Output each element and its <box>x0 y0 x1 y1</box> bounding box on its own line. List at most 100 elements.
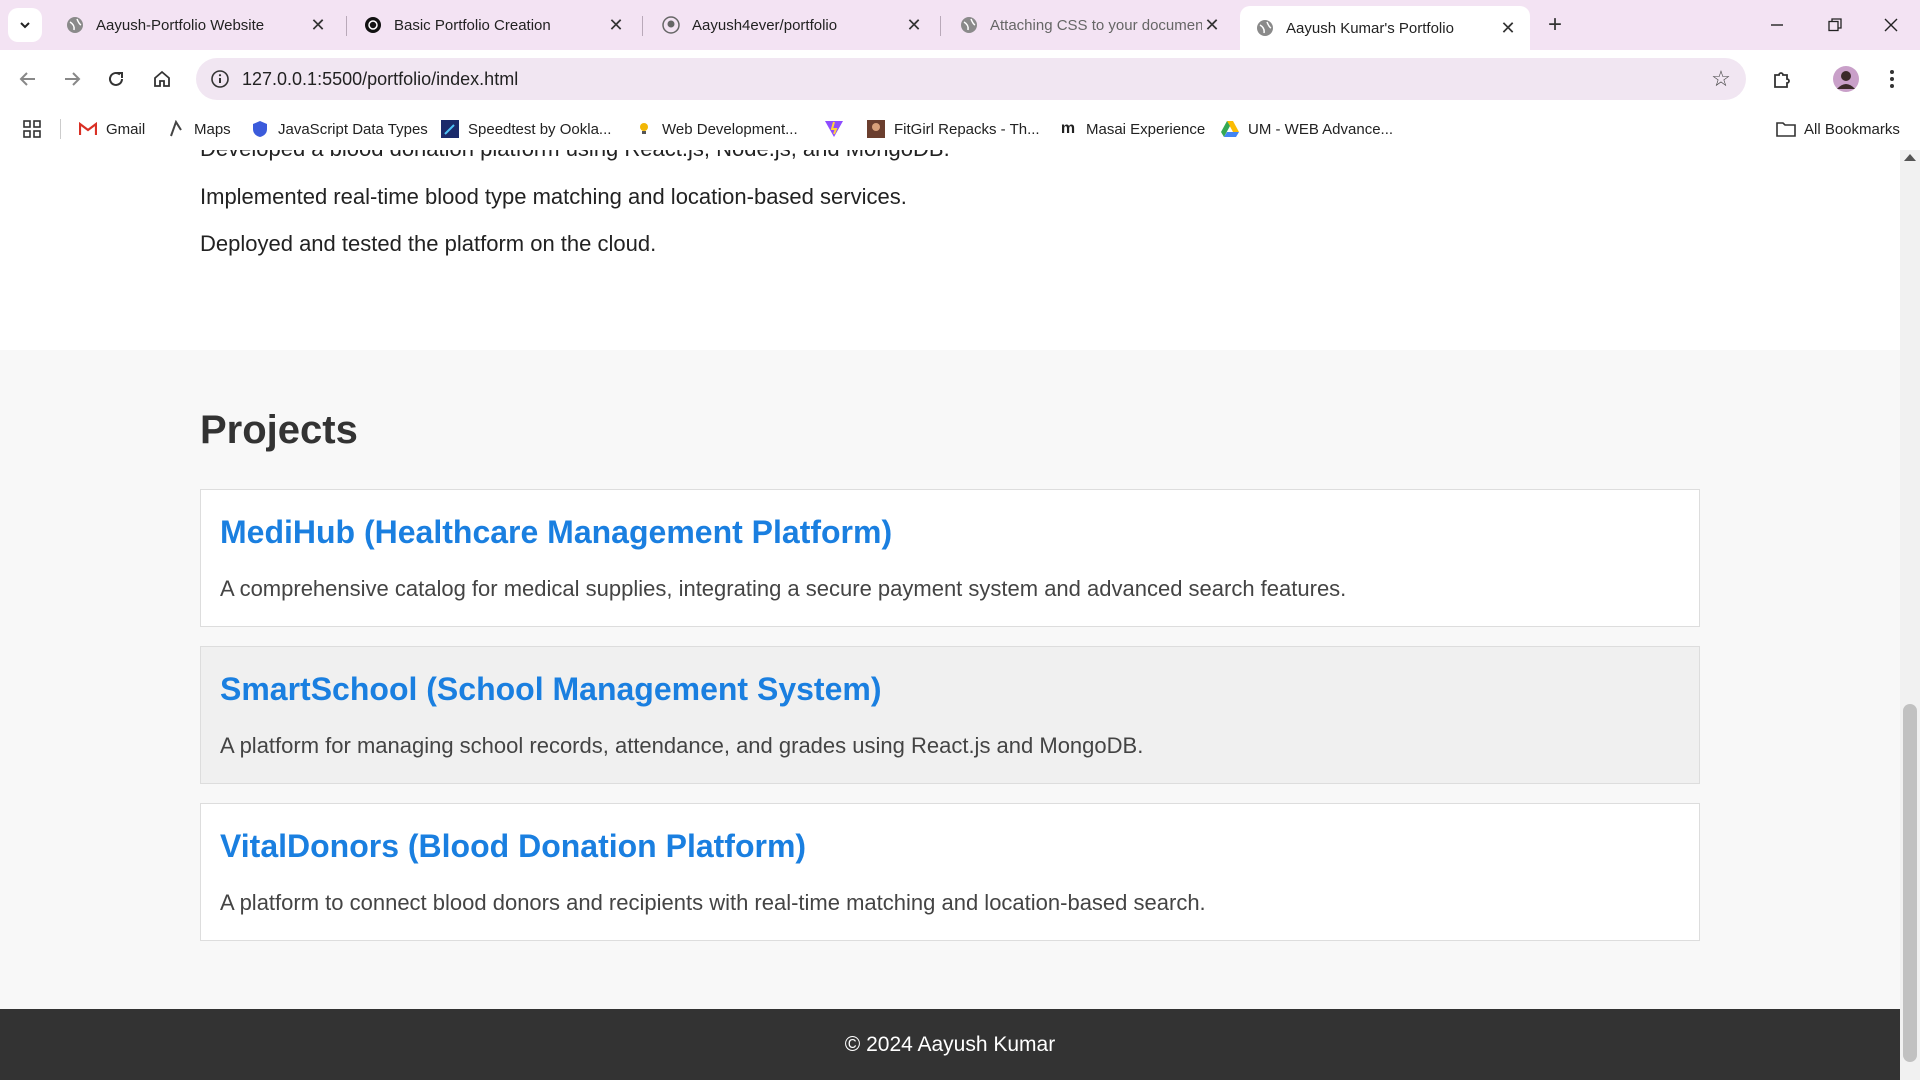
avatar-icon <box>1833 66 1859 92</box>
plus-icon: + <box>1547 11 1562 38</box>
project-description: A platform for managing school records, … <box>220 733 1144 758</box>
scrollbar-thumb[interactable] <box>1903 704 1917 1062</box>
tab-search-button[interactable] <box>8 8 42 42</box>
bookmark-label: Masai Experience <box>1086 120 1206 138</box>
experience-item: Deployed and tested the platform on the … <box>200 231 657 256</box>
close-icon <box>1884 18 1898 32</box>
all-bookmarks-button[interactable]: All Bookmarks <box>1776 117 1900 141</box>
tab-divider <box>346 16 347 36</box>
close-icon[interactable]: ✕ <box>606 15 626 35</box>
bookmark-masai[interactable]: m Masai Experience <box>1058 117 1205 141</box>
folder-icon <box>1776 119 1796 139</box>
gmail-icon <box>78 119 98 139</box>
close-icon[interactable]: ✕ <box>904 15 924 35</box>
bookmarks-bar: Gmail Maps JavaScript Data Types Speedte… <box>0 108 1920 150</box>
project-title[interactable]: SmartSchool (School Management System) <box>220 671 881 708</box>
bulb-icon <box>634 119 654 139</box>
tab-title: Attaching CSS to your documen <box>990 16 1202 34</box>
bookmark-star-icon[interactable]: ☆ <box>1708 66 1734 92</box>
tab-title: Aayush-Portfolio Website <box>96 16 265 34</box>
bookmark-label: Speedtest by Ookla... <box>468 120 612 138</box>
close-icon[interactable]: ✕ <box>1202 15 1222 35</box>
reload-button[interactable] <box>98 61 134 97</box>
github-icon <box>662 16 680 34</box>
bookmark-vite[interactable] <box>824 117 852 141</box>
minimize-button[interactable] <box>1748 0 1806 50</box>
close-icon[interactable]: ✕ <box>1498 18 1518 38</box>
project-description: A platform to connect blood donors and r… <box>220 890 1206 915</box>
project-card-vitaldonors[interactable]: VitalDonors (Blood Donation Platform) A … <box>200 803 1700 941</box>
forward-button[interactable] <box>54 61 90 97</box>
vite-icon <box>824 119 844 139</box>
page-footer: © 2024 Aayush Kumar <box>0 1009 1900 1080</box>
project-card-medihub[interactable]: MediHub (Healthcare Management Platform)… <box>200 489 1700 627</box>
chevron-down-icon <box>20 22 30 29</box>
bookmark-label: FitGirl Repacks - Th... <box>894 120 1040 138</box>
back-button[interactable] <box>10 61 46 97</box>
speedtest-icon <box>440 119 460 139</box>
page-viewport: Developed a blood donation platform usin… <box>0 150 1900 1080</box>
close-icon[interactable]: ✕ <box>308 15 328 35</box>
tab-aayush-portfolio[interactable]: Aayush Kumar's Portfolio ✕ <box>1240 6 1530 50</box>
restore-button[interactable] <box>1806 0 1864 50</box>
copyright-text: © 2024 Aayush Kumar <box>844 1033 1056 1056</box>
close-window-button[interactable] <box>1862 0 1920 50</box>
chatgpt-icon <box>364 16 382 34</box>
puzzle-icon <box>1774 72 1790 88</box>
extensions-button[interactable] <box>1764 61 1800 97</box>
profile-avatar[interactable] <box>1828 61 1864 97</box>
tab-strip: Aayush-Portfolio Website ✕ Basic Portfol… <box>0 0 1920 50</box>
bookmark-js-data-types[interactable]: JavaScript Data Types <box>250 117 428 141</box>
reload-icon <box>109 71 123 86</box>
apps-grid-icon[interactable] <box>20 117 44 141</box>
browser-menu-button[interactable] <box>1874 61 1910 97</box>
url-text[interactable]: 127.0.0.1:5500/portfolio/index.html <box>242 69 518 90</box>
address-bar[interactable]: 127.0.0.1:5500/portfolio/index.html ☆ <box>196 58 1746 100</box>
bookmark-um-web-advance[interactable]: UM - WEB Advance... <box>1220 117 1393 141</box>
bookmark-label: UM - WEB Advance... <box>1248 120 1394 138</box>
bookmark-web-development[interactable]: Web Development... <box>634 117 798 141</box>
tab-divider <box>940 16 941 36</box>
tab-title: Aayush4ever/portfolio <box>692 16 838 34</box>
bookmark-label: Web Development... <box>662 120 798 138</box>
project-title[interactable]: MediHub (Healthcare Management Platform) <box>220 514 892 551</box>
arrow-right-icon <box>65 72 81 86</box>
tab-basic-portfolio[interactable]: Basic Portfolio Creation ✕ <box>348 6 638 44</box>
bookmark-maps[interactable]: Maps <box>166 117 231 141</box>
projects-heading: Projects <box>200 408 358 452</box>
bookmark-label: JavaScript Data Types <box>278 120 428 138</box>
scroll-up-arrow-icon[interactable] <box>1904 154 1916 161</box>
tab-attaching-css[interactable]: Attaching CSS to your documen ✕ <box>944 6 1234 44</box>
experience-item: Implemented real-time blood type matchin… <box>200 184 907 209</box>
kebab-menu-icon <box>1890 70 1894 88</box>
bookmarks-divider <box>60 119 61 139</box>
home-button[interactable] <box>144 61 180 97</box>
masai-icon: m <box>1060 120 1076 137</box>
bookmark-speedtest[interactable]: Speedtest by Ookla... <box>440 117 611 141</box>
projects-section: Projects MediHub (Healthcare Management … <box>0 350 1900 1009</box>
bookmark-fitgirl[interactable]: FitGirl Repacks - Th... <box>866 117 1040 141</box>
experience-section: Developed a blood donation platform usin… <box>0 150 1900 350</box>
drive-icon <box>1220 119 1240 139</box>
globe-icon <box>66 16 84 34</box>
project-title[interactable]: VitalDonors (Blood Donation Platform) <box>220 828 806 865</box>
tab-portfolio-website[interactable]: Aayush-Portfolio Website ✕ <box>50 6 340 44</box>
arrow-left-icon <box>19 72 35 86</box>
new-tab-button[interactable]: + <box>1540 10 1570 40</box>
restore-icon <box>1828 18 1842 32</box>
browser-toolbar: 127.0.0.1:5500/portfolio/index.html ☆ <box>0 50 1920 108</box>
bookmark-gmail[interactable]: Gmail <box>78 117 145 141</box>
project-card-smartschool[interactable]: SmartSchool (School Management System) A… <box>200 646 1700 784</box>
project-description: A comprehensive catalog for medical supp… <box>220 576 1347 601</box>
tab-title: Basic Portfolio Creation <box>394 16 551 34</box>
all-bookmarks-label: All Bookmarks <box>1804 120 1900 138</box>
globe-icon <box>1256 19 1274 37</box>
bookmark-label: Gmail <box>106 120 146 138</box>
site-info-icon[interactable] <box>208 67 232 91</box>
tab-github-repo[interactable]: Aayush4ever/portfolio ✕ <box>646 6 936 44</box>
home-icon <box>154 70 170 87</box>
shield-icon <box>250 119 270 139</box>
minimize-icon <box>1771 24 1783 26</box>
experience-item: Developed a blood donation platform usin… <box>200 150 950 162</box>
tab-title: Aayush Kumar's Portfolio <box>1286 19 1454 37</box>
